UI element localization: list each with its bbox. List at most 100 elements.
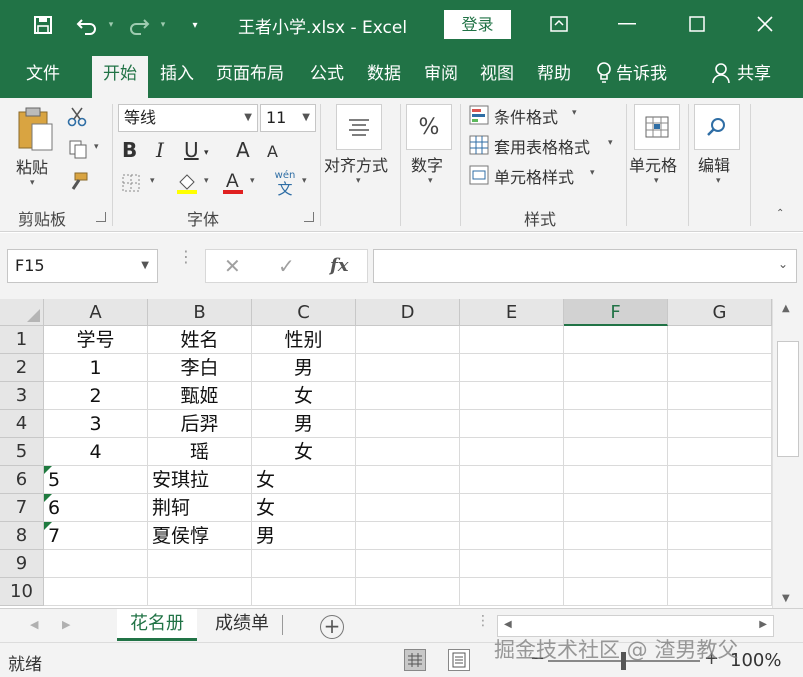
cell-c7[interactable]: 女	[252, 494, 356, 522]
column-header-e[interactable]: E	[460, 299, 564, 326]
bold-button[interactable]: B	[122, 138, 137, 162]
phonetic-guide-icon[interactable]: wén 文	[272, 168, 298, 198]
scroll-down-icon[interactable]: ▼	[782, 593, 790, 604]
row-header-4[interactable]: 4	[0, 410, 44, 438]
underline-button[interactable]: U	[184, 138, 199, 162]
editing-dropdown-icon[interactable]: ▾	[716, 176, 721, 186]
cell-f1[interactable]	[564, 326, 668, 354]
cell-f5[interactable]	[564, 438, 668, 466]
cut-icon[interactable]	[66, 106, 88, 128]
tab-insert[interactable]: 插入	[160, 62, 194, 98]
cell-g4[interactable]	[668, 410, 772, 438]
decrease-font-button[interactable]: A	[267, 142, 278, 161]
alignment-label[interactable]: 对齐方式	[324, 152, 388, 176]
tab-data[interactable]: 数据	[367, 62, 401, 98]
cell-b3[interactable]: 甄姬	[148, 382, 252, 410]
cell-e6[interactable]	[460, 466, 564, 494]
column-header-d[interactable]: D	[356, 299, 460, 326]
row-header-6[interactable]: 6	[0, 466, 44, 494]
number-label[interactable]: 数字	[411, 152, 443, 176]
editing-label[interactable]: 编辑	[698, 152, 730, 176]
alignment-dropdown-icon[interactable]: ▾	[356, 176, 361, 186]
cells-button[interactable]	[634, 104, 680, 150]
cell-a3[interactable]: 2	[44, 382, 148, 410]
login-button[interactable]: 登录	[444, 10, 511, 39]
cell-g3[interactable]	[668, 382, 772, 410]
tab-splitter-icon[interactable]: ⋮	[476, 614, 490, 628]
cell-d6[interactable]	[356, 466, 460, 494]
cell-a4[interactable]: 3	[44, 410, 148, 438]
cancel-icon[interactable]: ✕	[224, 254, 241, 278]
cells-dropdown-icon[interactable]: ▾	[654, 176, 659, 186]
cell-g1[interactable]	[668, 326, 772, 354]
page-layout-view-icon[interactable]	[448, 649, 470, 671]
vertical-scrollbar[interactable]: ▲ ▼	[772, 299, 803, 608]
cell-c4[interactable]: 男	[252, 410, 356, 438]
format-as-table-label[interactable]: 套用表格格式	[494, 134, 590, 158]
cell-g8[interactable]	[668, 522, 772, 550]
tab-review[interactable]: 审阅	[424, 62, 458, 98]
redo-icon[interactable]	[126, 12, 152, 38]
cell-c8[interactable]: 男	[252, 522, 356, 550]
cell-d10[interactable]	[356, 578, 460, 606]
enter-icon[interactable]: ✓	[278, 254, 295, 278]
cell-styles-dropdown-icon[interactable]: ▾	[590, 168, 595, 178]
cell-g7[interactable]	[668, 494, 772, 522]
cell-d1[interactable]	[356, 326, 460, 354]
cell-f10[interactable]	[564, 578, 668, 606]
sheet-tab-grades[interactable]: 成绩单	[204, 609, 280, 641]
cell-a8[interactable]: 7	[44, 522, 148, 550]
conditional-format-icon[interactable]	[468, 104, 490, 126]
cell-c9[interactable]	[252, 550, 356, 578]
cell-f6[interactable]	[564, 466, 668, 494]
underline-dropdown-icon[interactable]: ▾	[204, 148, 209, 158]
number-format-button[interactable]: %	[406, 104, 452, 150]
row-header-8[interactable]: 8	[0, 522, 44, 550]
name-box[interactable]: F15 ▼	[7, 249, 158, 283]
row-header-7[interactable]: 7	[0, 494, 44, 522]
increase-font-button[interactable]: A	[236, 138, 250, 162]
row-header-2[interactable]: 2	[0, 354, 44, 382]
collapse-ribbon-icon[interactable]: ⌃	[776, 208, 784, 219]
italic-button[interactable]: I	[156, 138, 164, 162]
tab-formulas[interactable]: 公式	[310, 62, 344, 98]
column-header-a[interactable]: A	[44, 299, 148, 326]
scroll-left-icon[interactable]: ◀	[504, 619, 512, 630]
formula-input[interactable]: ⌄	[373, 249, 797, 283]
cell-g6[interactable]	[668, 466, 772, 494]
cell-c10[interactable]	[252, 578, 356, 606]
cell-e8[interactable]	[460, 522, 564, 550]
font-color-dropdown-icon[interactable]: ▾	[250, 176, 255, 186]
tell-me-search[interactable]: 告诉我	[596, 62, 667, 98]
cell-styles-label[interactable]: 单元格样式	[494, 164, 574, 188]
cell-a2[interactable]: 1	[44, 354, 148, 382]
row-header-9[interactable]: 9	[0, 550, 44, 578]
cell-e4[interactable]	[460, 410, 564, 438]
prev-sheet-icon[interactable]: ◀	[30, 618, 38, 631]
cell-d9[interactable]	[356, 550, 460, 578]
ribbon-display-options-icon[interactable]	[536, 8, 582, 40]
phonetic-dropdown-icon[interactable]: ▾	[302, 176, 307, 186]
cell-b4[interactable]: 后羿	[148, 410, 252, 438]
cell-b9[interactable]	[148, 550, 252, 578]
cell-d5[interactable]	[356, 438, 460, 466]
cell-f4[interactable]	[564, 410, 668, 438]
cell-c5[interactable]: 女	[252, 438, 356, 466]
row-header-3[interactable]: 3	[0, 382, 44, 410]
cell-a7[interactable]: 6	[44, 494, 148, 522]
minimize-icon[interactable]	[604, 8, 650, 40]
cell-d3[interactable]	[356, 382, 460, 410]
save-icon[interactable]	[30, 12, 56, 38]
add-sheet-icon[interactable]: +	[320, 615, 344, 639]
paste-label[interactable]: 粘贴	[16, 154, 48, 178]
borders-dropdown-icon[interactable]: ▾	[150, 176, 155, 186]
borders-icon[interactable]	[120, 172, 142, 194]
font-name-select[interactable]: 等线 ▼	[118, 104, 258, 132]
cell-f8[interactable]	[564, 522, 668, 550]
cell-b7[interactable]: 荆轲	[148, 494, 252, 522]
cell-a1[interactable]: 学号	[44, 326, 148, 354]
cell-d4[interactable]	[356, 410, 460, 438]
conditional-format-label[interactable]: 条件格式	[494, 104, 558, 128]
format-painter-icon[interactable]	[66, 170, 90, 194]
cell-e3[interactable]	[460, 382, 564, 410]
